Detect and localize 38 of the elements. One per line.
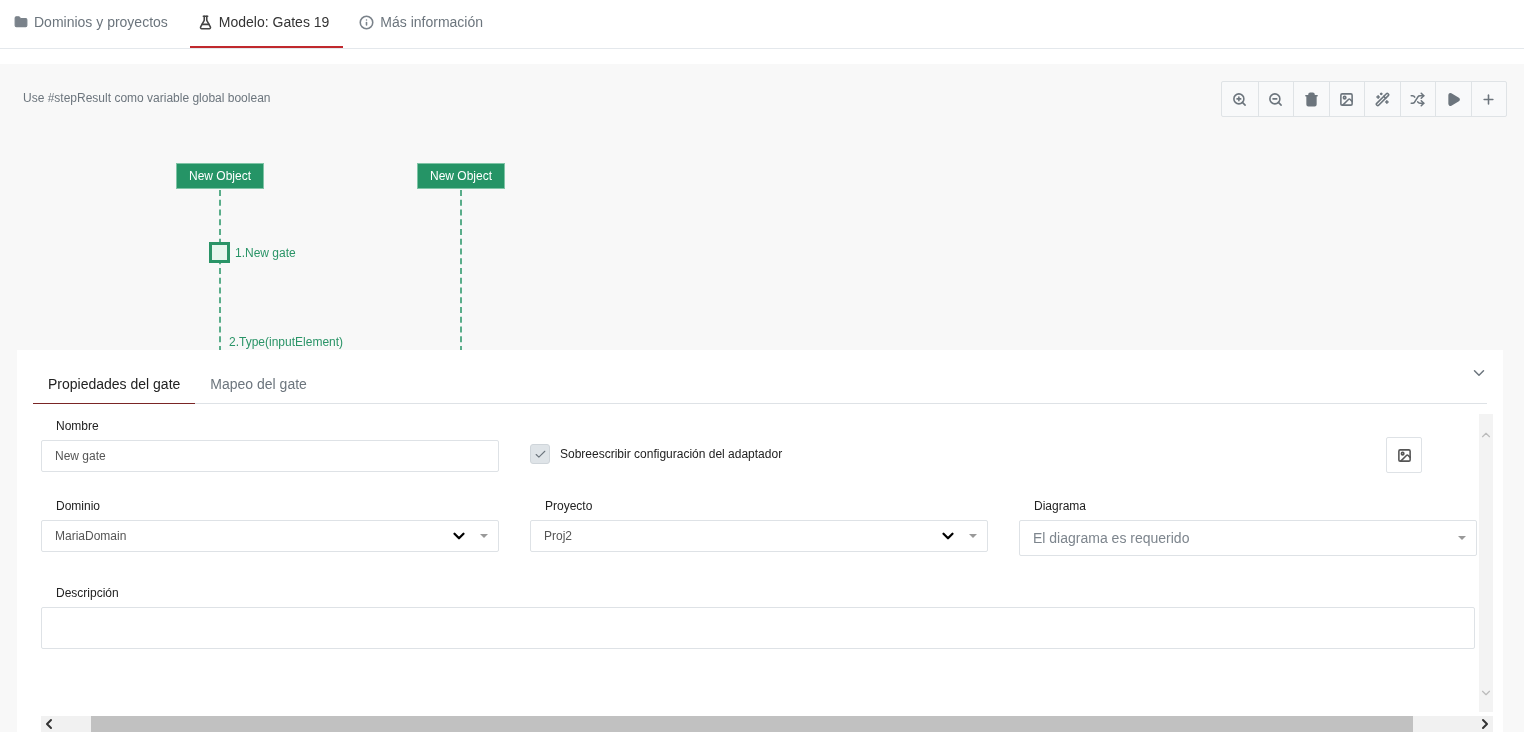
message-label: 1.New gate bbox=[235, 246, 296, 260]
checkbox-label: Sobreescribir configuración del adaptador bbox=[560, 447, 783, 461]
zoom-in-icon bbox=[1232, 91, 1248, 107]
vertical-scrollbar[interactable] bbox=[1479, 414, 1493, 712]
tab[interactable]: Dominios y proyectos bbox=[6, 0, 182, 48]
field-label: Diagrama bbox=[1033, 499, 1088, 515]
select-field[interactable]: El diagrama es requerido bbox=[1019, 520, 1477, 556]
hint-text: Use #stepResult como variable global boolean bbox=[23, 91, 271, 105]
horizontal-scrollbar[interactable] bbox=[41, 716, 1493, 732]
object-box[interactable]: New Object bbox=[176, 163, 264, 189]
select-field[interactable]: MariaDomain bbox=[41, 520, 499, 552]
image-icon bbox=[1396, 447, 1412, 463]
tab[interactable]: Modelo: Gates 19 bbox=[189, 0, 344, 48]
zoom-out-icon bbox=[1268, 91, 1284, 107]
message-label: 2.Type(inputElement) bbox=[229, 335, 344, 349]
activation-box[interactable] bbox=[209, 242, 230, 263]
trash-icon bbox=[1303, 91, 1319, 107]
image-button[interactable] bbox=[1386, 437, 1422, 473]
field-label: Nombre bbox=[55, 419, 100, 435]
checkbox[interactable] bbox=[530, 444, 550, 464]
info-icon bbox=[359, 14, 375, 30]
field-label: Proyecto bbox=[544, 499, 594, 515]
tab[interactable]: Propiedades del gate bbox=[33, 365, 196, 404]
input-field[interactable]: New gate bbox=[41, 440, 499, 472]
shuffle-icon bbox=[1410, 91, 1426, 107]
plus-icon bbox=[1481, 91, 1497, 107]
play-icon bbox=[1445, 91, 1461, 107]
tab[interactable]: Mapeo del gate bbox=[195, 365, 322, 404]
folder-icon bbox=[14, 15, 28, 29]
description-field[interactable] bbox=[41, 607, 1475, 649]
select-field[interactable]: Proj2 bbox=[530, 520, 988, 552]
field-label: Dominio bbox=[55, 499, 101, 515]
object-box[interactable]: New Object bbox=[417, 163, 505, 189]
flask-icon bbox=[197, 14, 213, 30]
image-icon bbox=[1339, 91, 1355, 107]
tab[interactable]: Más información bbox=[351, 0, 498, 48]
magic-wand-icon bbox=[1374, 91, 1390, 107]
field-label: Descripción bbox=[55, 586, 120, 602]
